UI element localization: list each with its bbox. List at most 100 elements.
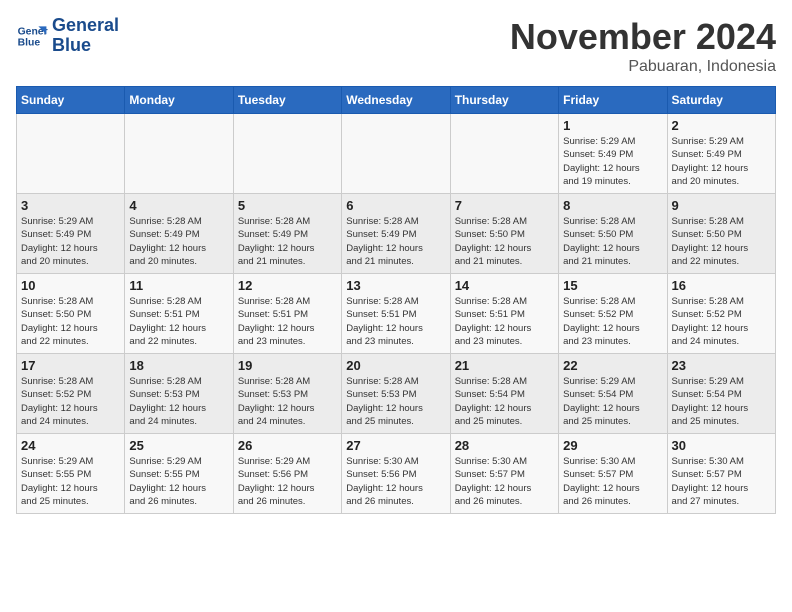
calendar-cell: 24 Sunrise: 5:29 AM Sunset: 5:55 PM Dayli… <box>17 434 125 514</box>
day-info: Sunrise: 5:28 AM Sunset: 5:51 PM Dayligh… <box>238 295 337 348</box>
day-info: Sunrise: 5:29 AM Sunset: 5:55 PM Dayligh… <box>21 455 120 508</box>
day-info: Sunrise: 5:28 AM Sunset: 5:50 PM Dayligh… <box>455 215 554 268</box>
calendar-cell: 23Sunrise: 5:29 AM Sunset: 5:54 PM Dayli… <box>667 354 775 434</box>
calendar-cell: 27Sunrise: 5:30 AM Sunset: 5:56 PM Dayli… <box>342 434 450 514</box>
day-number: 4 <box>129 198 228 213</box>
day-info: Sunrise: 5:28 AM Sunset: 5:53 PM Dayligh… <box>238 375 337 428</box>
day-info: Sunrise: 5:28 AM Sunset: 5:52 PM Dayligh… <box>563 295 662 348</box>
calendar-header-row: SundayMondayTuesdayWednesdayThursdayFrid… <box>17 87 776 114</box>
day-info: Sunrise: 5:29 AM Sunset: 5:49 PM Dayligh… <box>672 135 771 188</box>
day-info: Sunrise: 5:30 AM Sunset: 5:56 PM Dayligh… <box>346 455 445 508</box>
day-info: Sunrise: 5:28 AM Sunset: 5:51 PM Dayligh… <box>455 295 554 348</box>
day-number: 18 <box>129 358 228 373</box>
header-day-wednesday: Wednesday <box>342 87 450 114</box>
header-day-monday: Monday <box>125 87 233 114</box>
day-number: 10 <box>21 278 120 293</box>
day-number: 19 <box>238 358 337 373</box>
calendar-cell: 19 Sunrise: 5:28 AM Sunset: 5:53 PM Dayli… <box>233 354 341 434</box>
logo-text-line2: Blue <box>52 36 119 56</box>
day-info: Sunrise: 5:29 AM Sunset: 5:49 PM Dayligh… <box>21 215 120 268</box>
month-title: November 2024 <box>510 16 776 58</box>
calendar-cell: 9 Sunrise: 5:28 AM Sunset: 5:50 PM Daylig… <box>667 194 775 274</box>
day-info: Sunrise: 5:28 AM Sunset: 5:49 PM Dayligh… <box>346 215 445 268</box>
header-day-thursday: Thursday <box>450 87 558 114</box>
calendar-cell: 6 Sunrise: 5:28 AM Sunset: 5:49 PM Daylig… <box>342 194 450 274</box>
calendar-cell: 11Sunrise: 5:28 AM Sunset: 5:51 PM Dayli… <box>125 274 233 354</box>
calendar-cell <box>125 114 233 194</box>
calendar-cell: 10 Sunrise: 5:28 AM Sunset: 5:50 PM Dayli… <box>17 274 125 354</box>
calendar-cell: 26 Sunrise: 5:29 AM Sunset: 5:56 PM Dayli… <box>233 434 341 514</box>
calendar-cell: 28Sunrise: 5:30 AM Sunset: 5:57 PM Dayli… <box>450 434 558 514</box>
day-info: Sunrise: 5:28 AM Sunset: 5:50 PM Dayligh… <box>563 215 662 268</box>
day-number: 23 <box>672 358 771 373</box>
header-day-tuesday: Tuesday <box>233 87 341 114</box>
day-number: 20 <box>346 358 445 373</box>
day-number: 25 <box>129 438 228 453</box>
header-day-friday: Friday <box>559 87 667 114</box>
day-number: 1 <box>563 118 662 133</box>
day-info: Sunrise: 5:28 AM Sunset: 5:51 PM Dayligh… <box>346 295 445 348</box>
calendar-cell: 2Sunrise: 5:29 AM Sunset: 5:49 PM Daylig… <box>667 114 775 194</box>
calendar-cell: 13Sunrise: 5:28 AM Sunset: 5:51 PM Dayli… <box>342 274 450 354</box>
calendar-cell: 7 Sunrise: 5:28 AM Sunset: 5:50 PM Daylig… <box>450 194 558 274</box>
logo-icon: General Blue <box>16 20 48 52</box>
calendar-cell: 18 Sunrise: 5:28 AM Sunset: 5:53 PM Dayli… <box>125 354 233 434</box>
calendar-week-row: 10 Sunrise: 5:28 AM Sunset: 5:50 PM Dayli… <box>17 274 776 354</box>
day-number: 30 <box>672 438 771 453</box>
calendar-week-row: 17 Sunrise: 5:28 AM Sunset: 5:52 PM Dayli… <box>17 354 776 434</box>
calendar-cell: 29 Sunrise: 5:30 AM Sunset: 5:57 PM Dayli… <box>559 434 667 514</box>
calendar-cell <box>17 114 125 194</box>
header-day-saturday: Saturday <box>667 87 775 114</box>
day-info: Sunrise: 5:28 AM Sunset: 5:52 PM Dayligh… <box>21 375 120 428</box>
day-info: Sunrise: 5:29 AM Sunset: 5:54 PM Dayligh… <box>563 375 662 428</box>
calendar-cell: 20 Sunrise: 5:28 AM Sunset: 5:53 PM Dayli… <box>342 354 450 434</box>
day-number: 7 <box>455 198 554 213</box>
day-info: Sunrise: 5:28 AM Sunset: 5:54 PM Dayligh… <box>455 375 554 428</box>
page-header: General Blue General Blue November 2024 … <box>16 16 776 76</box>
calendar-cell: 17 Sunrise: 5:28 AM Sunset: 5:52 PM Dayli… <box>17 354 125 434</box>
header-day-sunday: Sunday <box>17 87 125 114</box>
day-info: Sunrise: 5:30 AM Sunset: 5:57 PM Dayligh… <box>563 455 662 508</box>
calendar-cell: 21Sunrise: 5:28 AM Sunset: 5:54 PM Dayli… <box>450 354 558 434</box>
day-info: Sunrise: 5:28 AM Sunset: 5:49 PM Dayligh… <box>129 215 228 268</box>
day-number: 14 <box>455 278 554 293</box>
day-number: 9 <box>672 198 771 213</box>
day-info: Sunrise: 5:28 AM Sunset: 5:53 PM Dayligh… <box>346 375 445 428</box>
calendar-cell: 25Sunrise: 5:29 AM Sunset: 5:55 PM Dayli… <box>125 434 233 514</box>
day-number: 15 <box>563 278 662 293</box>
day-info: Sunrise: 5:29 AM Sunset: 5:49 PM Dayligh… <box>563 135 662 188</box>
day-number: 11 <box>129 278 228 293</box>
day-info: Sunrise: 5:28 AM Sunset: 5:49 PM Dayligh… <box>238 215 337 268</box>
day-number: 29 <box>563 438 662 453</box>
calendar-cell: 8 Sunrise: 5:28 AM Sunset: 5:50 PM Daylig… <box>559 194 667 274</box>
day-number: 24 <box>21 438 120 453</box>
day-number: 17 <box>21 358 120 373</box>
calendar-cell: 16Sunrise: 5:28 AM Sunset: 5:52 PM Dayli… <box>667 274 775 354</box>
day-number: 3 <box>21 198 120 213</box>
calendar-cell: 22 Sunrise: 5:29 AM Sunset: 5:54 PM Dayli… <box>559 354 667 434</box>
day-info: Sunrise: 5:28 AM Sunset: 5:50 PM Dayligh… <box>21 295 120 348</box>
logo-text-line1: General <box>52 16 119 36</box>
day-info: Sunrise: 5:29 AM Sunset: 5:56 PM Dayligh… <box>238 455 337 508</box>
day-number: 26 <box>238 438 337 453</box>
calendar-week-row: 1 Sunrise: 5:29 AM Sunset: 5:49 PM Daylig… <box>17 114 776 194</box>
day-number: 28 <box>455 438 554 453</box>
day-number: 5 <box>238 198 337 213</box>
day-info: Sunrise: 5:28 AM Sunset: 5:53 PM Dayligh… <box>129 375 228 428</box>
calendar-cell: 3 Sunrise: 5:29 AM Sunset: 5:49 PM Daylig… <box>17 194 125 274</box>
logo: General Blue General Blue <box>16 16 119 56</box>
calendar-week-row: 24 Sunrise: 5:29 AM Sunset: 5:55 PM Dayli… <box>17 434 776 514</box>
calendar-cell <box>233 114 341 194</box>
calendar-cell: 15 Sunrise: 5:28 AM Sunset: 5:52 PM Dayli… <box>559 274 667 354</box>
day-number: 22 <box>563 358 662 373</box>
day-number: 6 <box>346 198 445 213</box>
calendar-cell: 4 Sunrise: 5:28 AM Sunset: 5:49 PM Daylig… <box>125 194 233 274</box>
calendar-cell: 30 Sunrise: 5:30 AM Sunset: 5:57 PM Dayli… <box>667 434 775 514</box>
day-info: Sunrise: 5:28 AM Sunset: 5:50 PM Dayligh… <box>672 215 771 268</box>
location: Pabuaran, Indonesia <box>510 58 776 76</box>
calendar-table: SundayMondayTuesdayWednesdayThursdayFrid… <box>16 86 776 514</box>
day-number: 8 <box>563 198 662 213</box>
day-info: Sunrise: 5:30 AM Sunset: 5:57 PM Dayligh… <box>672 455 771 508</box>
calendar-cell <box>342 114 450 194</box>
calendar-cell: 5 Sunrise: 5:28 AM Sunset: 5:49 PM Daylig… <box>233 194 341 274</box>
